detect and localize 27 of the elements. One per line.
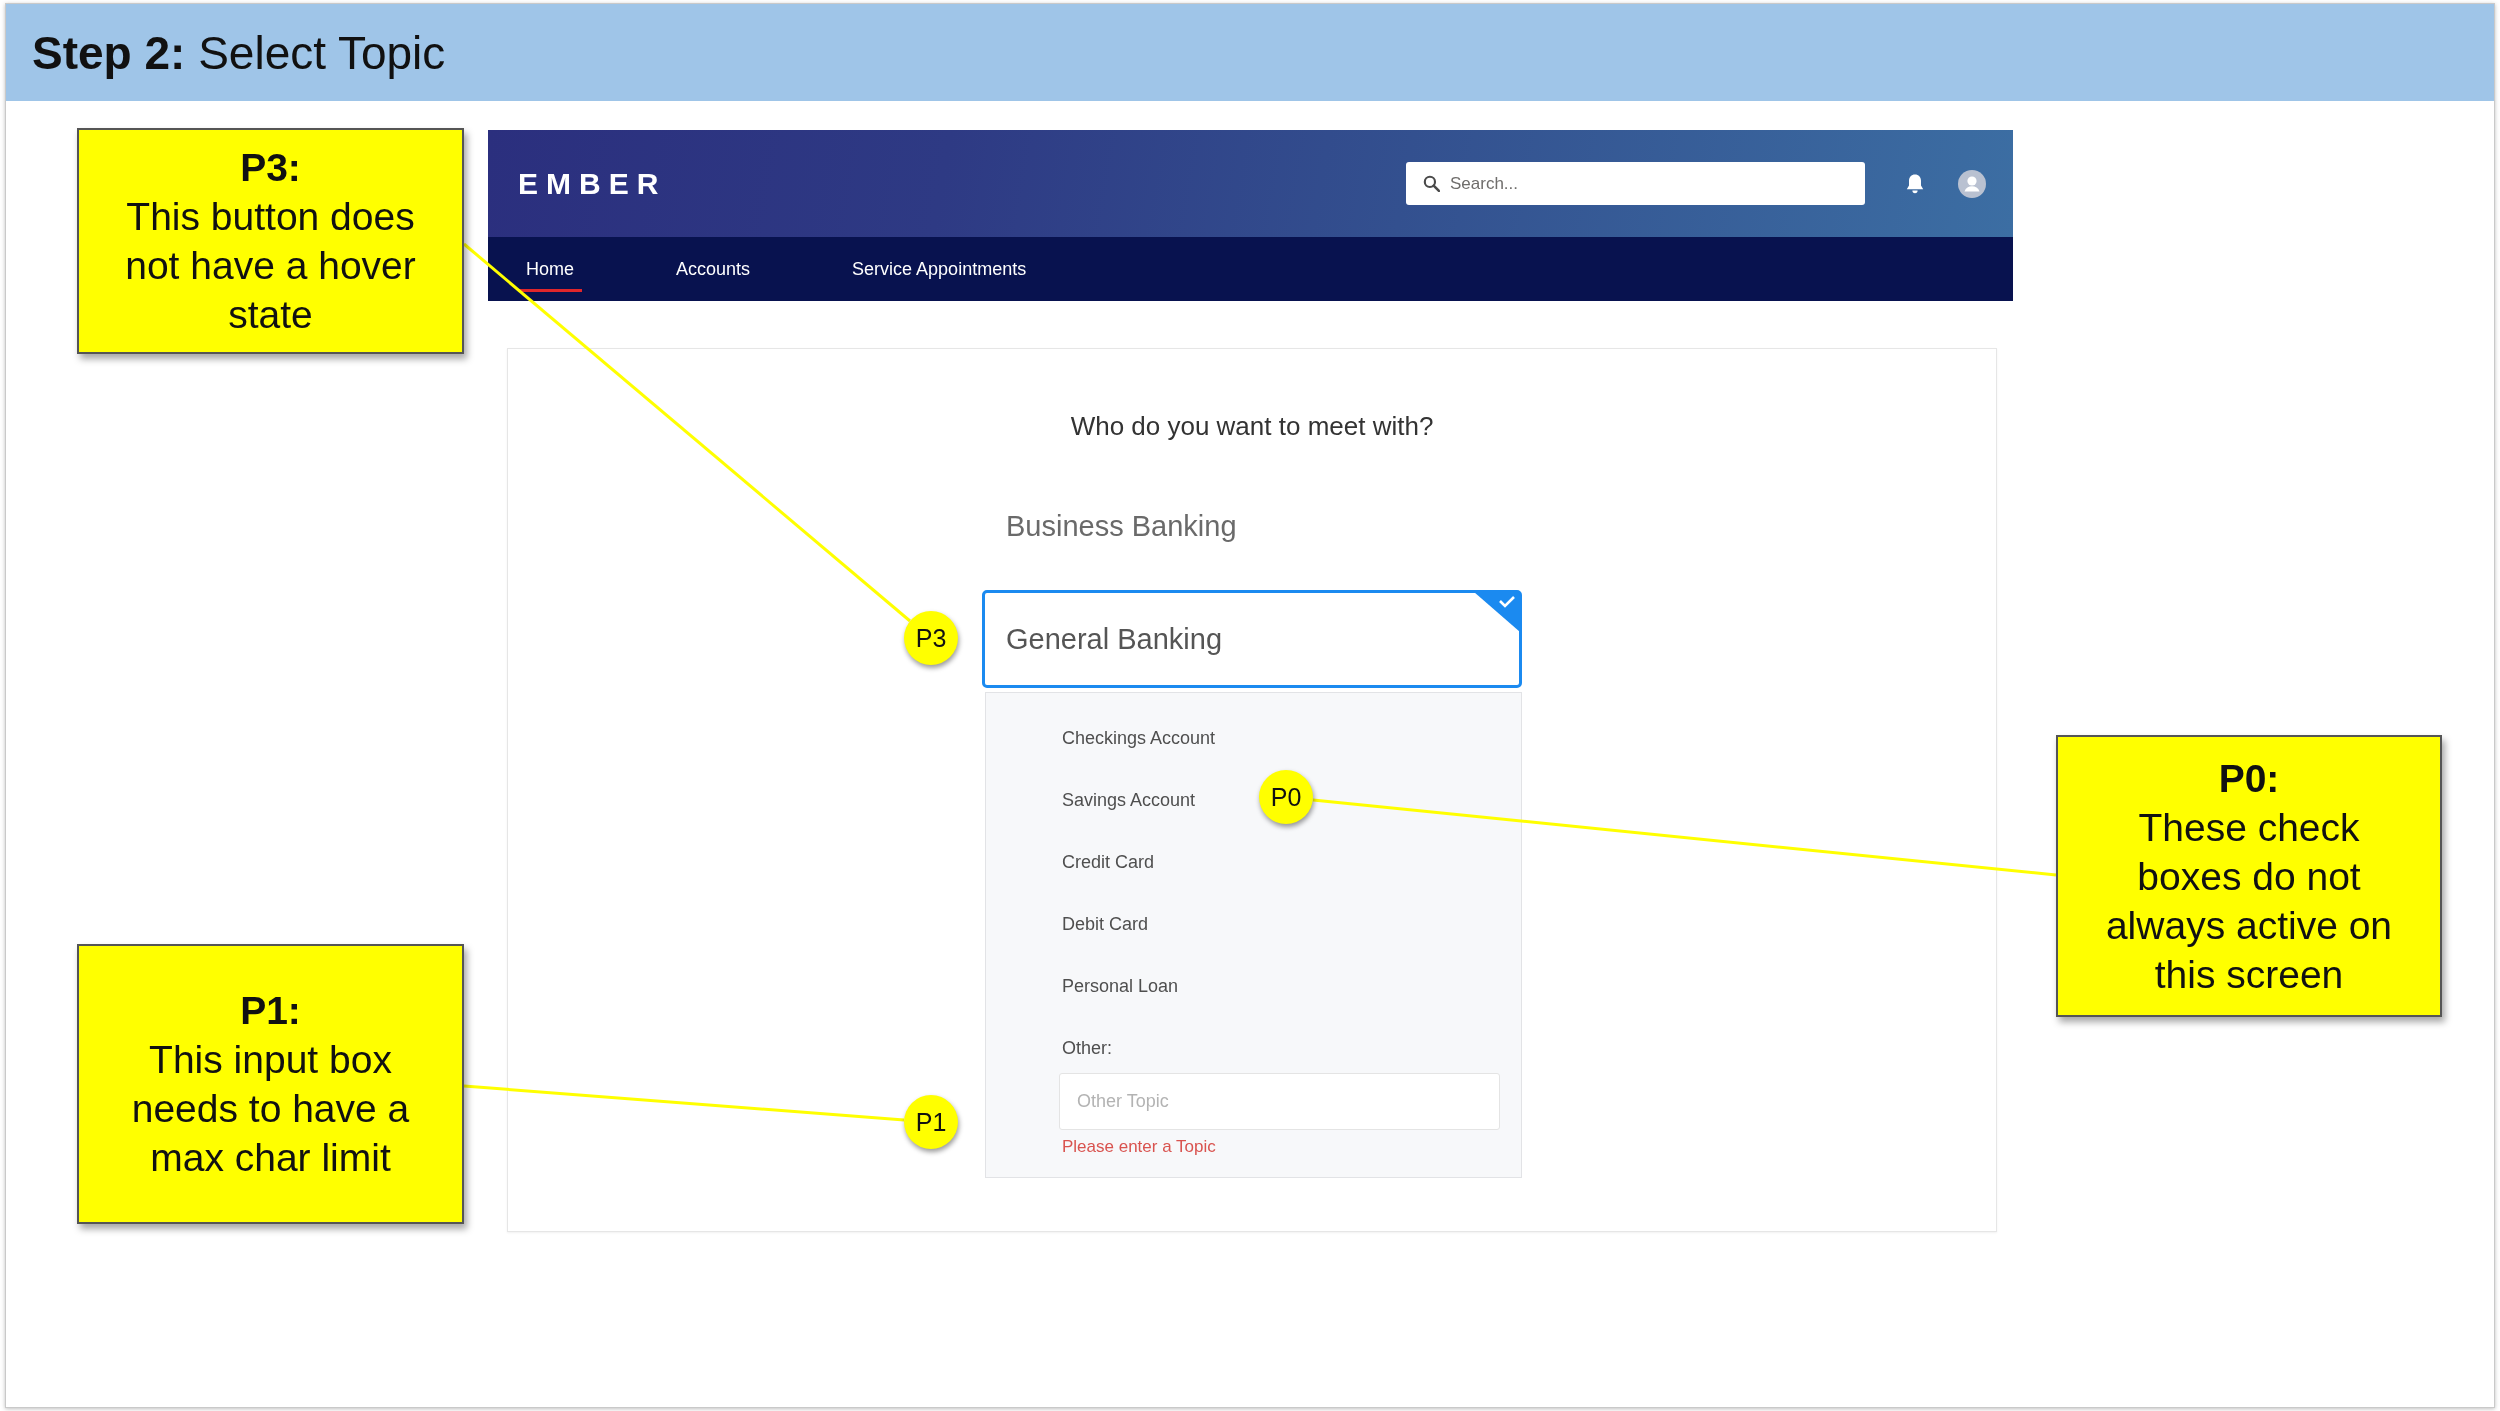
callout-heading: P0: <box>2218 755 2280 802</box>
topic-option[interactable]: Savings Account <box>1062 769 1196 831</box>
callout-heading: P1: <box>240 988 301 1034</box>
question-text: Who do you want to meet with? <box>1070 411 1434 441</box>
bell-icon[interactable] <box>1905 172 1925 195</box>
option-button[interactable]: Business Banking <box>982 477 1522 575</box>
callout-text: This input box needs to have a max char limit <box>130 1037 411 1181</box>
other-label: Other: <box>1062 1037 1113 1060</box>
nav-tab[interactable]: Service Appointments <box>844 246 1035 292</box>
topic-option[interactable]: Checkings Account <box>1062 707 1216 769</box>
other-topic-input[interactable]: Other Topic <box>1059 1073 1500 1130</box>
error-message: Please enter a Topic <box>1062 1136 1216 1158</box>
logo: EMBER <box>518 166 667 201</box>
avatar-icon[interactable] <box>1958 169 1986 198</box>
nav-tab[interactable]: Accounts <box>668 246 759 292</box>
search-icon <box>1423 175 1440 192</box>
topic-option[interactable]: Personal Loan <box>1062 955 1179 1017</box>
slide-title: Step 2: Select Topic <box>32 25 446 80</box>
callout-text: These check boxes do not always active on this screen <box>2104 804 2394 998</box>
check-icon <box>1474 592 1520 632</box>
topic-option[interactable]: Credit Card <box>1062 831 1155 893</box>
topic-option[interactable]: Debit Card <box>1062 893 1149 955</box>
option-button[interactable]: General Banking <box>982 590 1522 688</box>
nav-tab[interactable]: Home <box>518 246 582 292</box>
callout-heading: P3: <box>240 145 301 191</box>
callout-text: This button does not have a hover state <box>124 194 417 338</box>
search-field[interactable]: Search... <box>1406 162 1865 205</box>
